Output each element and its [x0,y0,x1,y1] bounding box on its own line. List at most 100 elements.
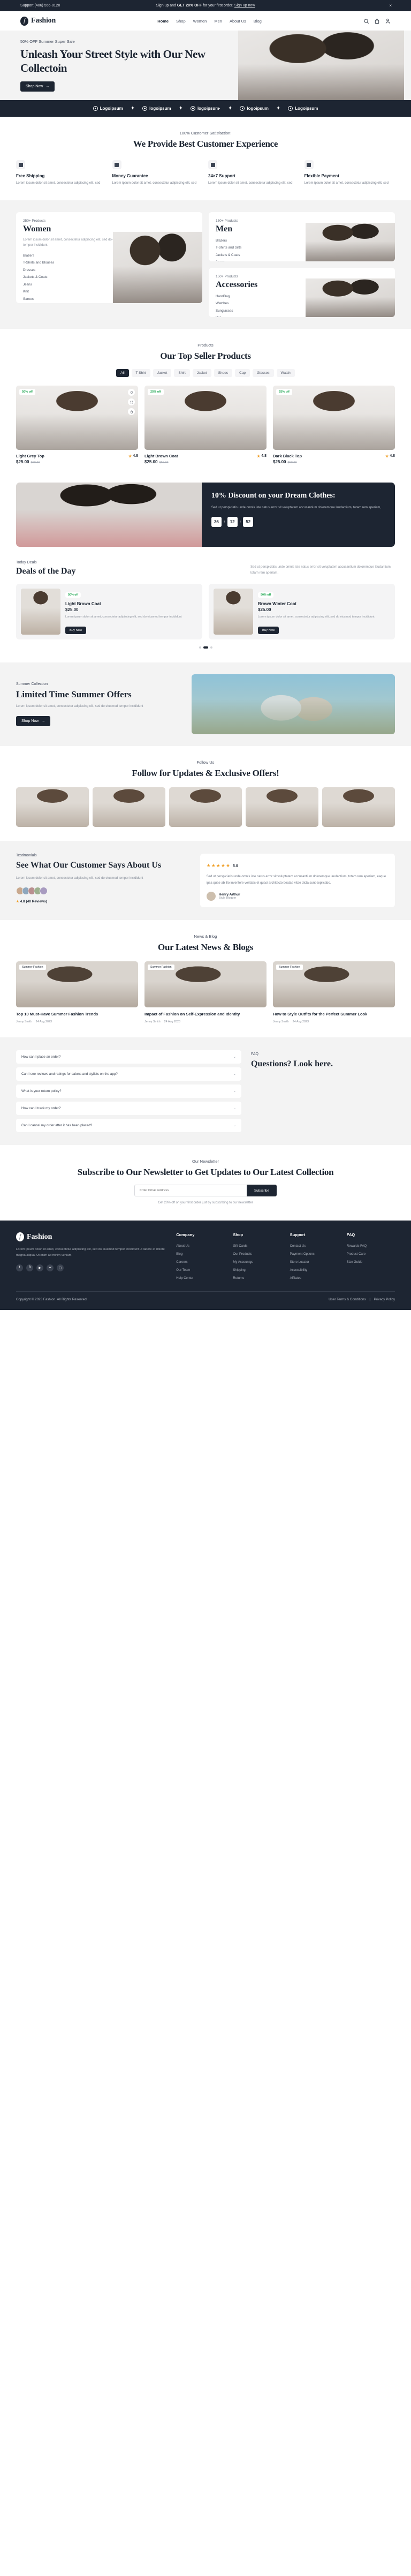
product-card[interactable]: 25% off Light Brown Coat ★ 4.8 $25.00 $50.… [144,386,267,464]
cart-icon[interactable] [128,408,135,415]
faq-item[interactable]: How can I place an order? ⌄ [16,1050,241,1064]
footer-link[interactable]: Contact Us [290,1242,338,1251]
brand-logo-label: Logoipsum [100,106,123,111]
features-list: Free Shipping Lorem ipsum dolor sit amet… [16,160,395,186]
instagram-tile[interactable] [93,787,165,827]
discount-banner-wrap: 10% Discount on your Dream Clothes: Sed … [16,483,395,547]
terms-link[interactable]: User Terms & Conditions [329,1298,366,1301]
deal-card[interactable]: 50% off Light Brown Coat $25.00 Lorem ip… [16,584,202,639]
carousel-dot-active[interactable] [203,646,208,649]
footer-link[interactable]: Store Locator [290,1259,338,1267]
category-card-women[interactable]: 250+ Products Women Lorem ipsum dolor si… [16,212,202,303]
instagram-tile[interactable] [16,787,89,827]
close-icon[interactable]: × [389,3,392,8]
main-nav: Home Shop Women Men About Us Blog [157,19,262,24]
nav-item-shop[interactable]: Shop [176,19,186,24]
product-card[interactable]: 50% off Light Grey Top ★ 4.8 $25.00 $50.00 [16,386,138,464]
discount-badge: 25% off [276,389,292,395]
filter-chip-all[interactable]: All [116,369,129,377]
filter-chip-watch[interactable]: Watch [276,369,295,377]
filter-chip-jacket[interactable]: Jacket [153,369,172,377]
footer-link[interactable]: Blog [176,1251,224,1259]
twitter-icon[interactable]: w [47,1264,54,1271]
instagram-tile[interactable] [246,787,318,827]
compare-icon[interactable] [128,398,135,405]
signup-link[interactable]: Sign up now [234,4,255,7]
nav-item-blog[interactable]: Blog [254,19,262,24]
product-card[interactable]: 25% off Dark Black Top ★ 4.8 $25.00 $50.00 [273,386,395,464]
faq-question: Can I cancel my order after it has been … [21,1123,93,1127]
footer-brand-name: Fashion [27,1232,52,1241]
filter-chip-shoes[interactable]: Shoes [214,369,233,377]
footer-link[interactable]: Payment Options [290,1251,338,1259]
nav-item-about-us[interactable]: About Us [230,19,246,24]
filter-chip-jacket-2[interactable]: Jacket [192,369,211,377]
nav-item-home[interactable]: Home [157,19,169,24]
footer-link[interactable]: My Accountgs [233,1259,281,1267]
rating-value: 4.8 [261,454,267,458]
footer-link[interactable]: Gift Cards [233,1242,281,1251]
footer-logo[interactable]: f Fashion [16,1232,168,1242]
email-field[interactable] [134,1185,247,1197]
footer-link[interactable]: Our Products [233,1251,281,1259]
filter-chip-cap[interactable]: Cap [235,369,250,377]
search-icon[interactable] [363,18,369,24]
deal-image [21,589,60,635]
summer-shop-now-button[interactable]: Shop Now → [16,716,51,727]
filter-chip-shirt[interactable]: Shirt [174,369,190,377]
subscribe-button[interactable]: Subscribe [246,1185,277,1197]
footer-link[interactable]: Returns [233,1275,281,1283]
category-card-accessories[interactable]: 150+ Products Accessories HandBag Watche… [209,267,395,317]
footer-link[interactable]: Size Guide [347,1259,395,1267]
footer-link[interactable]: Rewards FAQ [347,1242,395,1251]
nav-item-women[interactable]: Women [193,19,207,24]
instagram-tile[interactable] [169,787,242,827]
faq-item[interactable]: What is your return policy? ⌄ [16,1084,241,1098]
buy-now-button[interactable]: Buy Now [258,626,279,634]
footer-link[interactable]: About Us [176,1242,224,1251]
footer-link[interactable]: Careers [176,1259,224,1267]
buy-now-button[interactable]: Buy Now [65,626,87,634]
carousel-dot[interactable] [199,646,201,649]
footer-link[interactable]: Shipping [233,1267,281,1275]
footer-link[interactable]: Accessibility [290,1267,338,1275]
filter-chip-tshirt[interactable]: T-Shirt [131,369,150,377]
feature-item: Free Shipping Lorem ipsum dolor sit amet… [16,160,107,186]
footer-link[interactable]: Product Care [347,1251,395,1259]
blog-tag: Summer Fashion [276,965,303,970]
promo-message: Sign up and GET 20% OFF for your first o… [0,4,411,7]
category-count: 150+ Products [216,274,239,278]
youtube-icon[interactable]: ▶ [36,1264,43,1271]
hero-shop-now-button[interactable]: Shop Now → [20,81,55,92]
blog-card[interactable]: Summer Fashion Top 10 Must-Have Summer F… [16,961,138,1023]
facebook-icon[interactable]: f [16,1264,23,1271]
account-icon[interactable] [385,18,391,24]
nav-item-men[interactable]: Men [214,19,222,24]
support-phone[interactable]: (406) 555-0120 [34,4,60,7]
site-header: f Fashion Home Shop Women Men About Us B… [0,11,411,31]
blogger-icon[interactable]: B [26,1264,33,1271]
faq-item[interactable]: How can I track my order? ⌄ [16,1101,241,1115]
faq-item[interactable]: Can I see reviews and ratings for salons… [16,1067,241,1081]
blog-card[interactable]: Summer Fashion How to Style Outfits for … [273,961,395,1023]
money-icon [112,160,121,170]
instagram-tile[interactable] [322,787,395,827]
star-icon: ★ [128,454,132,458]
privacy-link[interactable]: Privacy Policy [374,1298,395,1301]
carousel-dot[interactable] [210,646,212,649]
blog-card[interactable]: Summer Fashion Impact of Fashion on Self… [144,961,267,1023]
category-count: 150+ Products [216,219,239,223]
cart-icon[interactable] [374,18,380,24]
category-card-men[interactable]: 150+ Products Men Blazers T-Shirts and S… [209,212,395,261]
summer-desc: Lorem ipsum dolor sit amet, consectetur … [16,705,143,709]
footer-link[interactable]: Our Team [176,1267,224,1275]
instagram-icon[interactable]: ▢ [57,1264,64,1271]
footer-link[interactable]: Affilates [290,1275,338,1283]
faq-item[interactable]: Can I cancel my order after it has been … [16,1118,241,1132]
wishlist-icon[interactable] [128,389,135,396]
footer-link[interactable]: Help Center [176,1275,224,1283]
deal-card[interactable]: 50% off Brown Winter Coat $25.00 Lorem i… [209,584,395,639]
rating-value: 4.8 [133,454,138,458]
logo[interactable]: f Fashion [20,16,56,26]
filter-chip-glasses[interactable]: Glasses [253,369,274,377]
